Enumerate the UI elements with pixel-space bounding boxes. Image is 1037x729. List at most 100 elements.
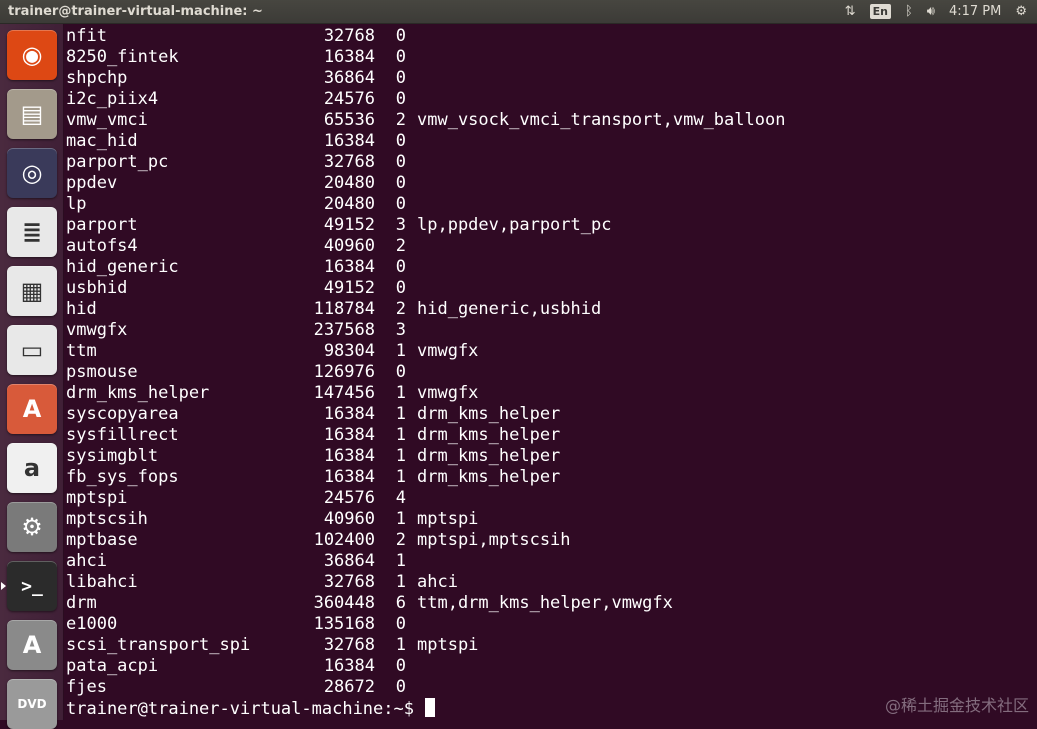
module-size: 20480 xyxy=(323,194,375,214)
terminal-line: libahci 32768 1 ahci xyxy=(66,572,785,593)
writer-icon-glyph: ≣ xyxy=(21,218,43,246)
module-size: 32768 xyxy=(323,152,375,172)
terminal-icon[interactable]: >_ xyxy=(1,561,57,611)
module-size: 36864 xyxy=(323,68,375,88)
module-used-count: 0 xyxy=(395,89,406,109)
files-icon-glyph: ▤ xyxy=(20,100,44,128)
module-used-count: 3 xyxy=(395,320,406,340)
module-size: 16384 xyxy=(323,257,375,277)
watermark: @稀土掘金技术社区 xyxy=(884,696,1029,715)
module-used-count: 2 xyxy=(395,299,406,319)
writer-icon[interactable]: ≣ xyxy=(7,207,57,257)
top-panel: trainer@trainer-virtual-machine: ~ ⇅ En … xyxy=(0,0,1037,24)
terminal-line: ppdev 20480 0 xyxy=(66,173,785,194)
dvd-icon[interactable]: DVD xyxy=(7,679,57,729)
firefox-icon[interactable]: ◎ xyxy=(7,148,57,198)
module-used-count: 6 xyxy=(395,593,406,613)
module-used-count: 0 xyxy=(395,26,406,46)
module-used-by: mptspi xyxy=(417,509,479,529)
module-name: libahci xyxy=(66,572,138,592)
terminal-line: shpchp 36864 0 xyxy=(66,68,785,89)
module-size: 24576 xyxy=(323,488,375,508)
module-size: 147456 xyxy=(313,383,375,403)
module-used-by: lp,ppdev,parport_pc xyxy=(417,215,612,235)
files-icon[interactable]: ▤ xyxy=(7,89,57,139)
module-size: 49152 xyxy=(323,278,375,298)
terminal-line: pata_acpi 16384 0 xyxy=(66,656,785,677)
module-name: ppdev xyxy=(66,173,118,193)
module-name: fjes xyxy=(66,677,107,697)
amazon-icon[interactable]: a xyxy=(7,443,57,493)
module-name: usbhid xyxy=(66,278,128,298)
module-used-count: 1 xyxy=(395,446,406,466)
bluetooth-icon[interactable]: ᛒ xyxy=(905,4,913,19)
shell-prompt: trainer@trainer-virtual-machine:~$ xyxy=(66,699,414,719)
module-used-count: 1 xyxy=(395,635,406,655)
prompt-line[interactable]: trainer@trainer-virtual-machine:~$ xyxy=(66,698,785,719)
module-used-by: drm_kms_helper xyxy=(417,467,561,487)
module-size: 16384 xyxy=(323,467,375,487)
module-used-by: hid_generic,usbhid xyxy=(417,299,602,319)
amazon-icon-glyph: a xyxy=(23,454,41,482)
module-used-by: mptspi,mptscsih xyxy=(417,530,571,550)
module-size: 16384 xyxy=(323,47,375,67)
ubuntu-dash-icon[interactable]: ◉ xyxy=(7,30,57,80)
module-used-by: mptspi xyxy=(417,635,479,655)
module-used-count: 0 xyxy=(395,194,406,214)
terminal-line: lp 20480 0 xyxy=(66,194,785,215)
module-size: 28672 xyxy=(323,677,375,697)
gear-power-icon[interactable]: ⚙ xyxy=(1015,4,1027,19)
module-name: autofs4 xyxy=(66,236,138,256)
software-center-icon[interactable]: A xyxy=(7,384,57,434)
module-used-count: 0 xyxy=(395,47,406,67)
module-used-by: vmwgfx xyxy=(417,341,479,361)
impress-icon[interactable]: ▭ xyxy=(7,325,57,375)
terminal-line: mptbase 102400 2 mptspi,mptscsih xyxy=(66,530,785,551)
module-name: fb_sys_fops xyxy=(66,467,179,487)
terminal-line: usbhid 49152 0 xyxy=(66,278,785,299)
module-name: syscopyarea xyxy=(66,404,179,424)
module-name: sysimgblt xyxy=(66,446,159,466)
clock[interactable]: 4:17 PM xyxy=(949,4,1001,19)
terminal-line: mptscsih 40960 1 mptspi xyxy=(66,509,785,530)
volume-icon[interactable]: 🔊︎ xyxy=(927,4,935,19)
software-center-icon-glyph: A xyxy=(22,395,42,423)
module-used-count: 0 xyxy=(395,173,406,193)
module-used-by: ahci xyxy=(417,572,458,592)
module-size: 65536 xyxy=(323,110,375,130)
module-used-count: 1 xyxy=(395,383,406,403)
module-name: i2c_piix4 xyxy=(66,89,159,109)
terminal-line: hid_generic 16384 0 xyxy=(66,257,785,278)
module-name: hid_generic xyxy=(66,257,179,277)
terminal-output: nfit 32768 0 8250_fintek 16384 0 shpchp 36864 0 i… xyxy=(66,26,785,719)
module-used-by: drm_kms_helper xyxy=(417,446,561,466)
module-size: 40960 xyxy=(323,509,375,529)
module-used-count: 1 xyxy=(395,467,406,487)
terminal-line: ttm 98304 1 vmwgfx xyxy=(66,341,785,362)
system-settings-icon-glyph: ⚙ xyxy=(21,513,43,541)
keyboard-layout-indicator[interactable]: En xyxy=(869,4,891,19)
dvd-icon-glyph: DVD xyxy=(17,697,47,711)
module-name: hid xyxy=(66,299,97,319)
terminal-line: syscopyarea 16384 1 drm_kms_helper xyxy=(66,404,785,425)
terminal-line: 8250_fintek 16384 0 xyxy=(66,47,785,68)
terminal-line: mptspi 24576 4 xyxy=(66,488,785,509)
module-size: 360448 xyxy=(313,593,375,613)
calc-icon[interactable]: ▦ xyxy=(7,266,57,316)
calc-icon-glyph: ▦ xyxy=(20,277,44,305)
module-size: 16384 xyxy=(323,425,375,445)
module-name: ttm xyxy=(66,341,97,361)
terminal-line: hid 118784 2 hid_generic,usbhid xyxy=(66,299,785,320)
module-used-by: drm_kms_helper xyxy=(417,404,561,424)
module-used-count: 0 xyxy=(395,614,406,634)
terminal-window[interactable]: nfit 32768 0 8250_fintek 16384 0 shpchp 36864 0 i… xyxy=(64,24,1037,720)
terminal-line: drm_kms_helper 147456 1 vmwgfx xyxy=(66,383,785,404)
module-name: scsi_transport_spi xyxy=(66,635,251,655)
module-size: 16384 xyxy=(323,404,375,424)
module-used-count: 0 xyxy=(395,131,406,151)
window-title: trainer@trainer-virtual-machine: ~ xyxy=(8,4,263,19)
module-used-count: 1 xyxy=(395,341,406,361)
system-settings-icon[interactable]: ⚙ xyxy=(7,502,57,552)
software-updater-icon[interactable]: A xyxy=(7,620,57,670)
updown-arrows-icon[interactable]: ⇅ xyxy=(845,4,856,19)
